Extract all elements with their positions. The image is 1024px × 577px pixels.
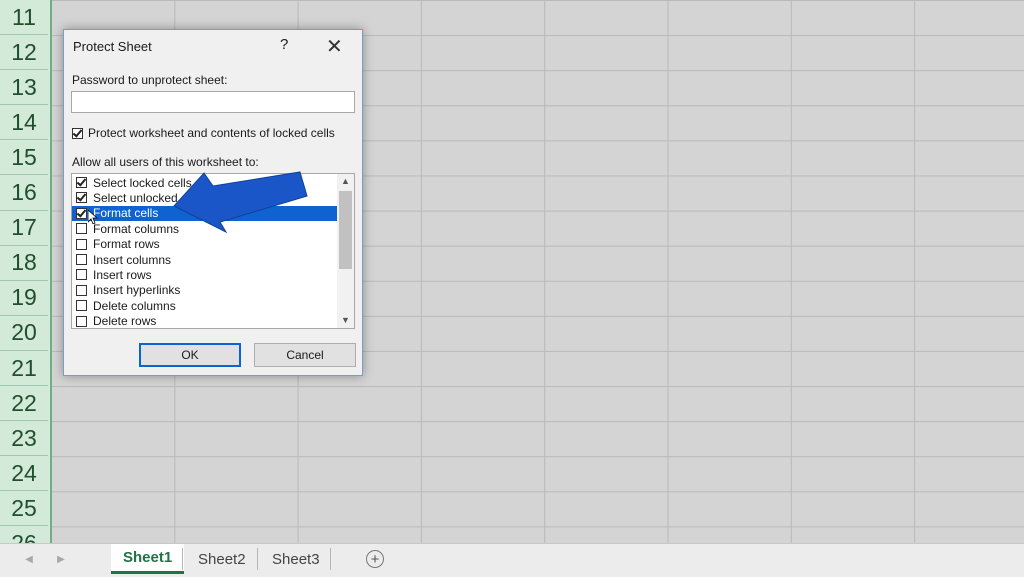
permission-label: Select unlocked cells [93, 190, 206, 205]
permissions-scrollbar[interactable]: ▲ ▼ [337, 174, 354, 328]
tab-divider [182, 548, 183, 570]
dialog-title: Protect Sheet [73, 39, 152, 54]
permission-checkbox[interactable] [76, 192, 87, 204]
next-sheet-arrow-icon[interactable]: ▶ [54, 552, 68, 568]
row-header[interactable]: 22 [0, 386, 48, 422]
row-header[interactable]: 15 [0, 140, 48, 176]
row-header[interactable]: 14 [0, 105, 48, 141]
permission-item[interactable]: Select unlocked cells [72, 190, 337, 205]
scroll-up-arrow-icon[interactable]: ▲ [337, 174, 354, 189]
password-input[interactable] [71, 91, 355, 113]
permission-label: Delete rows [93, 314, 157, 329]
permissions-list: Delete rows Delete columns Insert hyperlin… [71, 173, 355, 329]
permission-label: Insert rows [93, 267, 152, 282]
permission-item[interactable]: Format rows [72, 237, 337, 252]
permission-checkbox[interactable] [76, 300, 87, 312]
permission-label: Insert hyperlinks [93, 283, 181, 298]
row-header[interactable]: 19 [0, 281, 48, 316]
tab-sheet3[interactable]: Sheet3 [260, 544, 332, 574]
permission-label: Format rows [93, 237, 160, 252]
protect-worksheet-checkbox-row[interactable]: Protect worksheet and contents of locked… [72, 126, 335, 140]
allow-users-label: Allow all users of this worksheet to: [72, 155, 259, 169]
row-header[interactable]: 16 [0, 176, 48, 211]
permission-item[interactable]: Insert columns [72, 252, 337, 267]
password-label: Password to unprotect sheet: [72, 73, 228, 87]
permission-label: Delete columns [93, 298, 176, 313]
permission-checkbox[interactable] [76, 207, 87, 219]
row-header[interactable]: 11 [0, 0, 48, 35]
permission-item[interactable]: Delete columns [72, 298, 337, 313]
permission-label: Format cells [93, 206, 159, 221]
permission-checkbox[interactable] [76, 254, 87, 265]
permission-checkbox[interactable] [76, 223, 87, 235]
permission-item[interactable]: Insert hyperlinks [72, 283, 337, 298]
add-sheet-plus-icon[interactable]: + [366, 550, 384, 568]
protect-worksheet-checkbox[interactable] [72, 127, 83, 139]
permission-item[interactable]: Insert rows [72, 267, 337, 282]
row-header[interactable]: 18 [0, 246, 48, 281]
protect-sheet-dialog: Protect Sheet ? ✕ Password to unprotect … [63, 29, 363, 376]
tab-sheet1[interactable]: Sheet1 [111, 544, 185, 574]
scroll-down-arrow-icon[interactable]: ▼ [337, 313, 354, 328]
row-header[interactable]: 26 [0, 527, 48, 543]
tab-divider [330, 548, 331, 570]
permission-checkbox[interactable] [76, 238, 87, 250]
permission-label: Insert columns [93, 252, 172, 267]
cancel-button[interactable]: Cancel [254, 343, 356, 367]
row-header[interactable]: 24 [0, 456, 48, 492]
permission-checkbox[interactable] [76, 177, 87, 188]
tab-sheet2[interactable]: Sheet2 [186, 544, 258, 574]
row-header[interactable]: 21 [0, 351, 48, 386]
prev-sheet-arrow-icon[interactable]: ◀ [22, 552, 36, 568]
row-header[interactable]: 13 [0, 70, 48, 106]
row-header[interactable]: 17 [0, 211, 48, 246]
close-icon[interactable]: ✕ [326, 34, 343, 59]
permission-item[interactable]: Format columns [72, 221, 337, 236]
row-header[interactable]: 23 [0, 421, 48, 457]
permission-checkbox[interactable] [76, 269, 87, 281]
tab-divider [257, 548, 258, 570]
sheet-tab-bar: ◀ ▶ Sheet1 Sheet2 Sheet3 + [0, 543, 1024, 577]
mouse-cursor-icon [88, 210, 98, 224]
permission-item[interactable]: Select locked cells [72, 175, 337, 190]
row-header[interactable]: 25 [0, 491, 48, 527]
row-header[interactable]: 20 [0, 316, 48, 351]
permission-label: Format columns [93, 221, 180, 236]
permission-label: Select locked cells [93, 175, 192, 190]
permission-checkbox[interactable] [76, 284, 87, 296]
ok-button[interactable]: OK [139, 343, 241, 367]
permission-item[interactable]: Format cells [72, 205, 337, 221]
row-headers: 11 12 13 14 15 16 17 18 19 20 21 22 23 24 25 26 [0, 0, 52, 543]
row-header[interactable]: 12 [0, 35, 48, 71]
scroll-thumb[interactable] [339, 191, 352, 269]
permission-checkbox[interactable] [76, 315, 87, 327]
help-icon[interactable]: ? [280, 36, 288, 53]
protect-worksheet-label: Protect worksheet and contents of locked… [88, 126, 335, 140]
permission-item[interactable]: Delete rows [72, 314, 337, 329]
